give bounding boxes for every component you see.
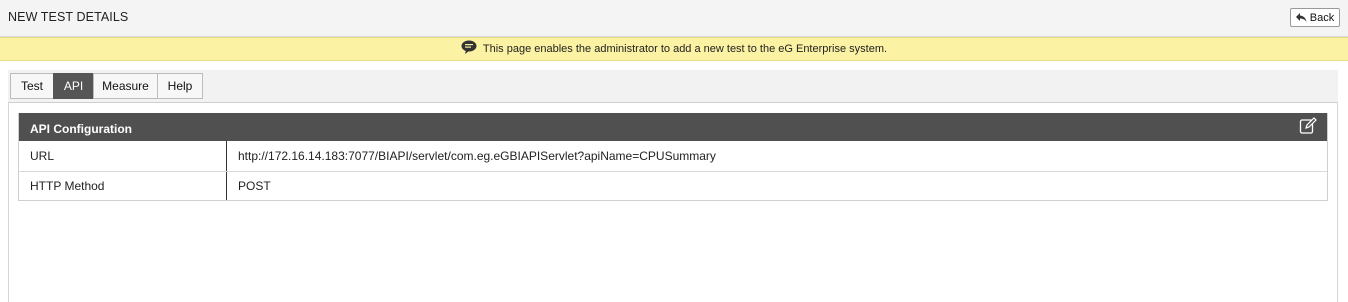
edit-icon[interactable] xyxy=(1299,117,1317,135)
api-configuration-panel: API Configuration URL http://172.16.14.1… xyxy=(18,113,1328,201)
tab-bar: Test API Measure Help xyxy=(8,70,1338,103)
table-row-url: URL http://172.16.14.183:7077/BIAPI/serv… xyxy=(19,141,1327,171)
notice-text: This page enables the administrator to a… xyxy=(482,43,888,55)
http-method-label: HTTP Method xyxy=(19,172,227,200)
table-row-http-method: HTTP Method POST xyxy=(19,171,1327,200)
tab-test[interactable]: Test xyxy=(10,73,54,99)
url-value: http://172.16.14.183:7077/BIAPI/servlet/… xyxy=(238,149,716,163)
back-button-label: Back xyxy=(1309,11,1335,24)
tab-measure[interactable]: Measure xyxy=(93,73,158,99)
tab-help[interactable]: Help xyxy=(157,73,203,99)
back-arrow-icon xyxy=(1295,13,1307,22)
info-notice-bar: This page enables the administrator to a… xyxy=(0,37,1348,61)
page-header: NEW TEST DETAILS Back xyxy=(0,0,1348,37)
panel-title: API Configuration xyxy=(30,121,132,136)
url-label: URL xyxy=(19,141,227,171)
back-button[interactable]: Back xyxy=(1290,8,1340,27)
panel-header: API Configuration xyxy=(19,113,1327,141)
http-method-value: POST xyxy=(238,179,271,193)
speech-bubble-icon xyxy=(461,40,477,54)
page-title: NEW TEST DETAILS xyxy=(8,10,129,24)
tab-api[interactable]: API xyxy=(53,73,94,99)
